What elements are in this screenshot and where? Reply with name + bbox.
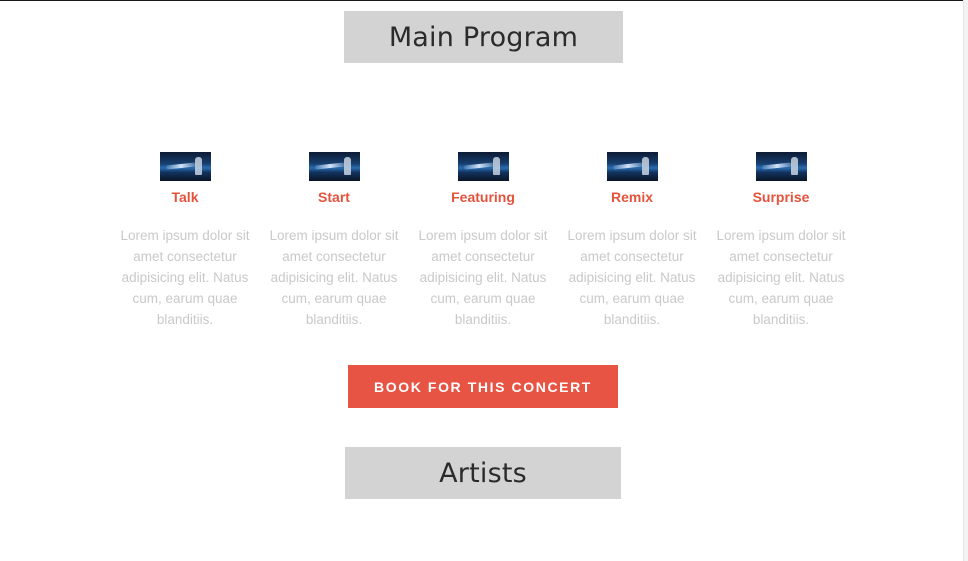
program-item-title[interactable]: Remix xyxy=(557,188,707,206)
artists-title: Artists xyxy=(345,447,621,499)
program-item-description: Lorem ipsum dolor sit amet consectetur a… xyxy=(716,228,846,327)
program-item-description: Lorem ipsum dolor sit amet consectetur a… xyxy=(269,228,399,327)
concert-thumbnail[interactable] xyxy=(457,152,509,181)
program-item-surprise: Surprise Lorem ipsum dolor sit amet cons… xyxy=(706,152,856,330)
program-item-description: Lorem ipsum dolor sit amet consectetur a… xyxy=(418,228,548,327)
program-item-title[interactable]: Start xyxy=(259,188,409,206)
top-border xyxy=(0,0,968,1)
program-item-title[interactable]: Featuring xyxy=(408,188,558,206)
concert-thumbnail[interactable] xyxy=(308,152,360,181)
program-item-description: Lorem ipsum dolor sit amet consectetur a… xyxy=(120,228,250,327)
program-item-talk: Talk Lorem ipsum dolor sit amet consecte… xyxy=(110,152,260,330)
program-item-description: Lorem ipsum dolor sit amet consectetur a… xyxy=(567,228,697,327)
program-item-title[interactable]: Surprise xyxy=(706,188,856,206)
program-item-start: Start Lorem ipsum dolor sit amet consect… xyxy=(259,152,409,330)
concert-thumbnail[interactable] xyxy=(755,152,807,181)
program-item-title[interactable]: Talk xyxy=(110,188,260,206)
main-program-title: Main Program xyxy=(344,11,623,63)
book-concert-button[interactable]: BOOK FOR THIS CONCERT xyxy=(348,365,618,408)
program-item-featuring: Featuring Lorem ipsum dolor sit amet con… xyxy=(408,152,558,330)
program-item-remix: Remix Lorem ipsum dolor sit amet consect… xyxy=(557,152,707,330)
concert-thumbnail[interactable] xyxy=(159,152,211,181)
scrollbar-track[interactable] xyxy=(963,0,968,561)
concert-thumbnail[interactable] xyxy=(606,152,658,181)
